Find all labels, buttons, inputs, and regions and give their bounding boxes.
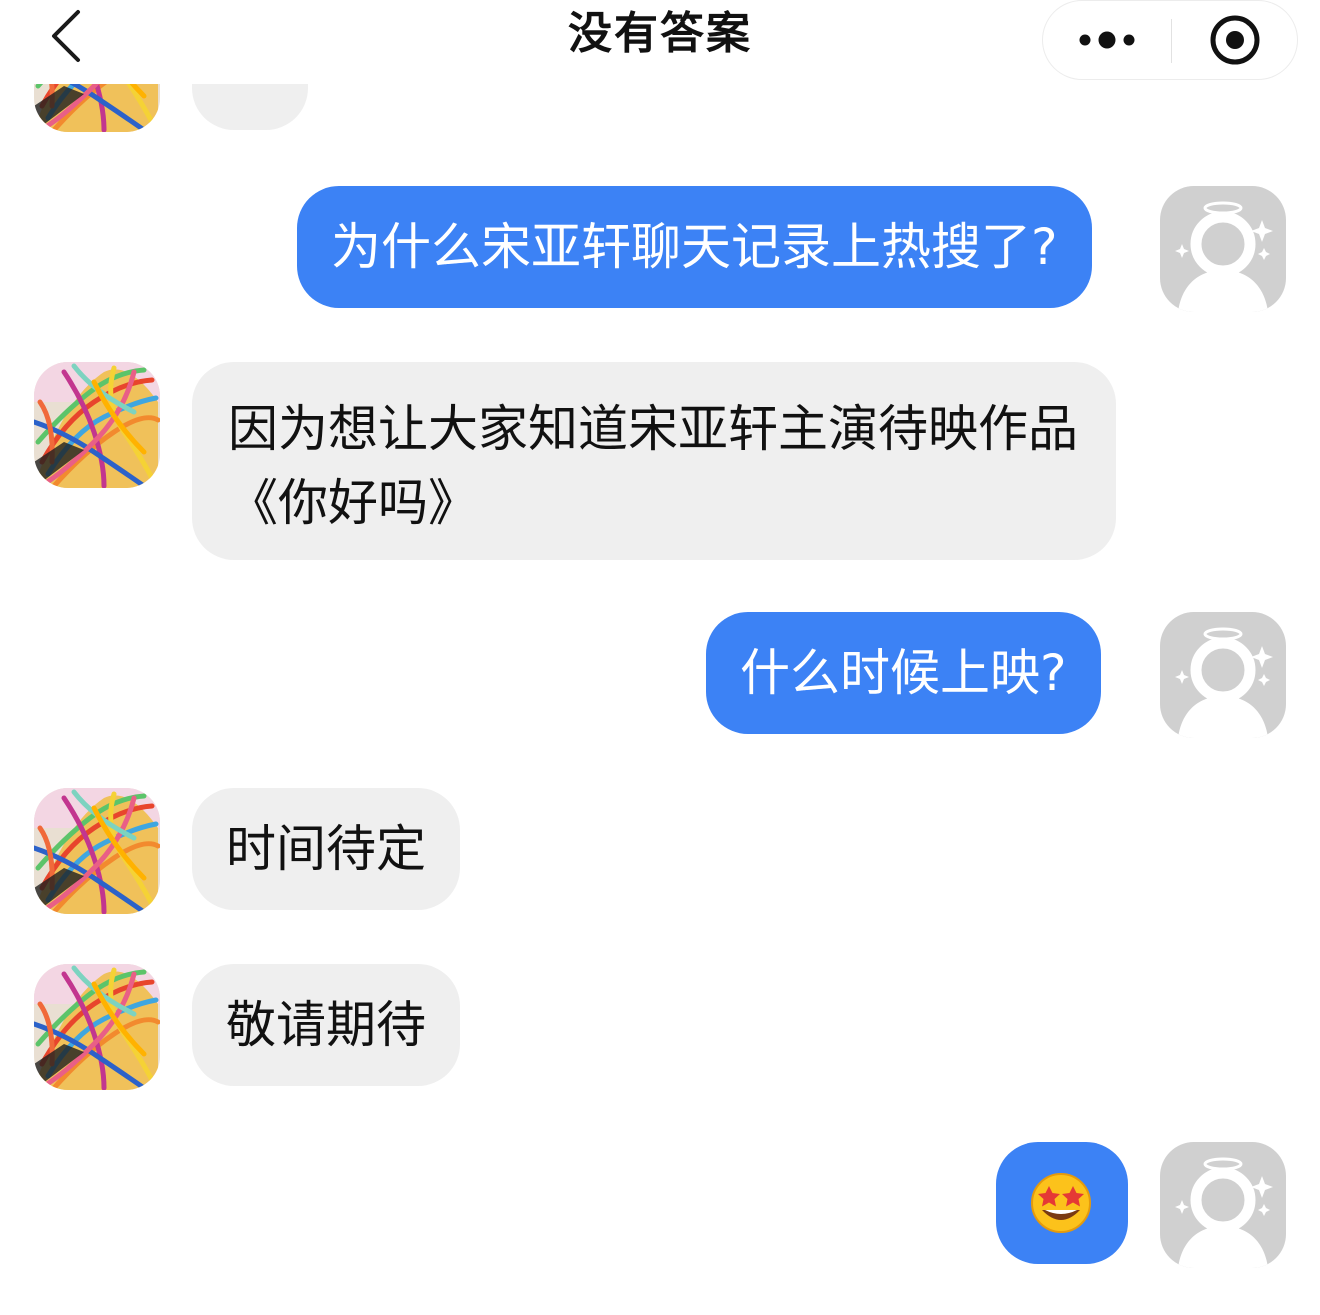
my-avatar[interactable] [1160, 1142, 1286, 1268]
message-bubble-outgoing: 什么时候上映? [706, 612, 1101, 734]
star-struck-emoji [1031, 1173, 1091, 1233]
more-dots-icon [1079, 31, 1135, 49]
message-bubble-incoming: 因为想让大家知道宋亚轩主演待映作品《你好吗》 [192, 362, 1116, 560]
contact-avatar[interactable] [34, 362, 160, 488]
back-button[interactable] [36, 4, 96, 68]
more-button[interactable] [1043, 1, 1171, 79]
message-bubble-outgoing: 为什么宋亚轩聊天记录上热搜了? [297, 186, 1092, 308]
my-avatar[interactable] [1160, 186, 1286, 312]
nav-header: 没有答案 [0, 0, 1320, 84]
my-avatar[interactable] [1160, 612, 1286, 738]
chevron-left-icon [52, 10, 80, 62]
contact-avatar[interactable] [34, 964, 160, 1090]
target-close-icon [1210, 15, 1260, 65]
close-button[interactable] [1172, 1, 1298, 79]
chat-area: 为什么宋亚轩聊天记录上热搜了? 因为想让大家知道宋亚轩主演待映作品《你好吗》 什… [0, 0, 1320, 1315]
message-bubble-incoming: 时间待定 [192, 788, 460, 910]
mini-program-capsule [1042, 0, 1298, 80]
page-title: 没有答案 [568, 8, 752, 59]
contact-avatar[interactable] [34, 788, 160, 914]
message-bubble-incoming: 敬请期待 [192, 964, 460, 1086]
